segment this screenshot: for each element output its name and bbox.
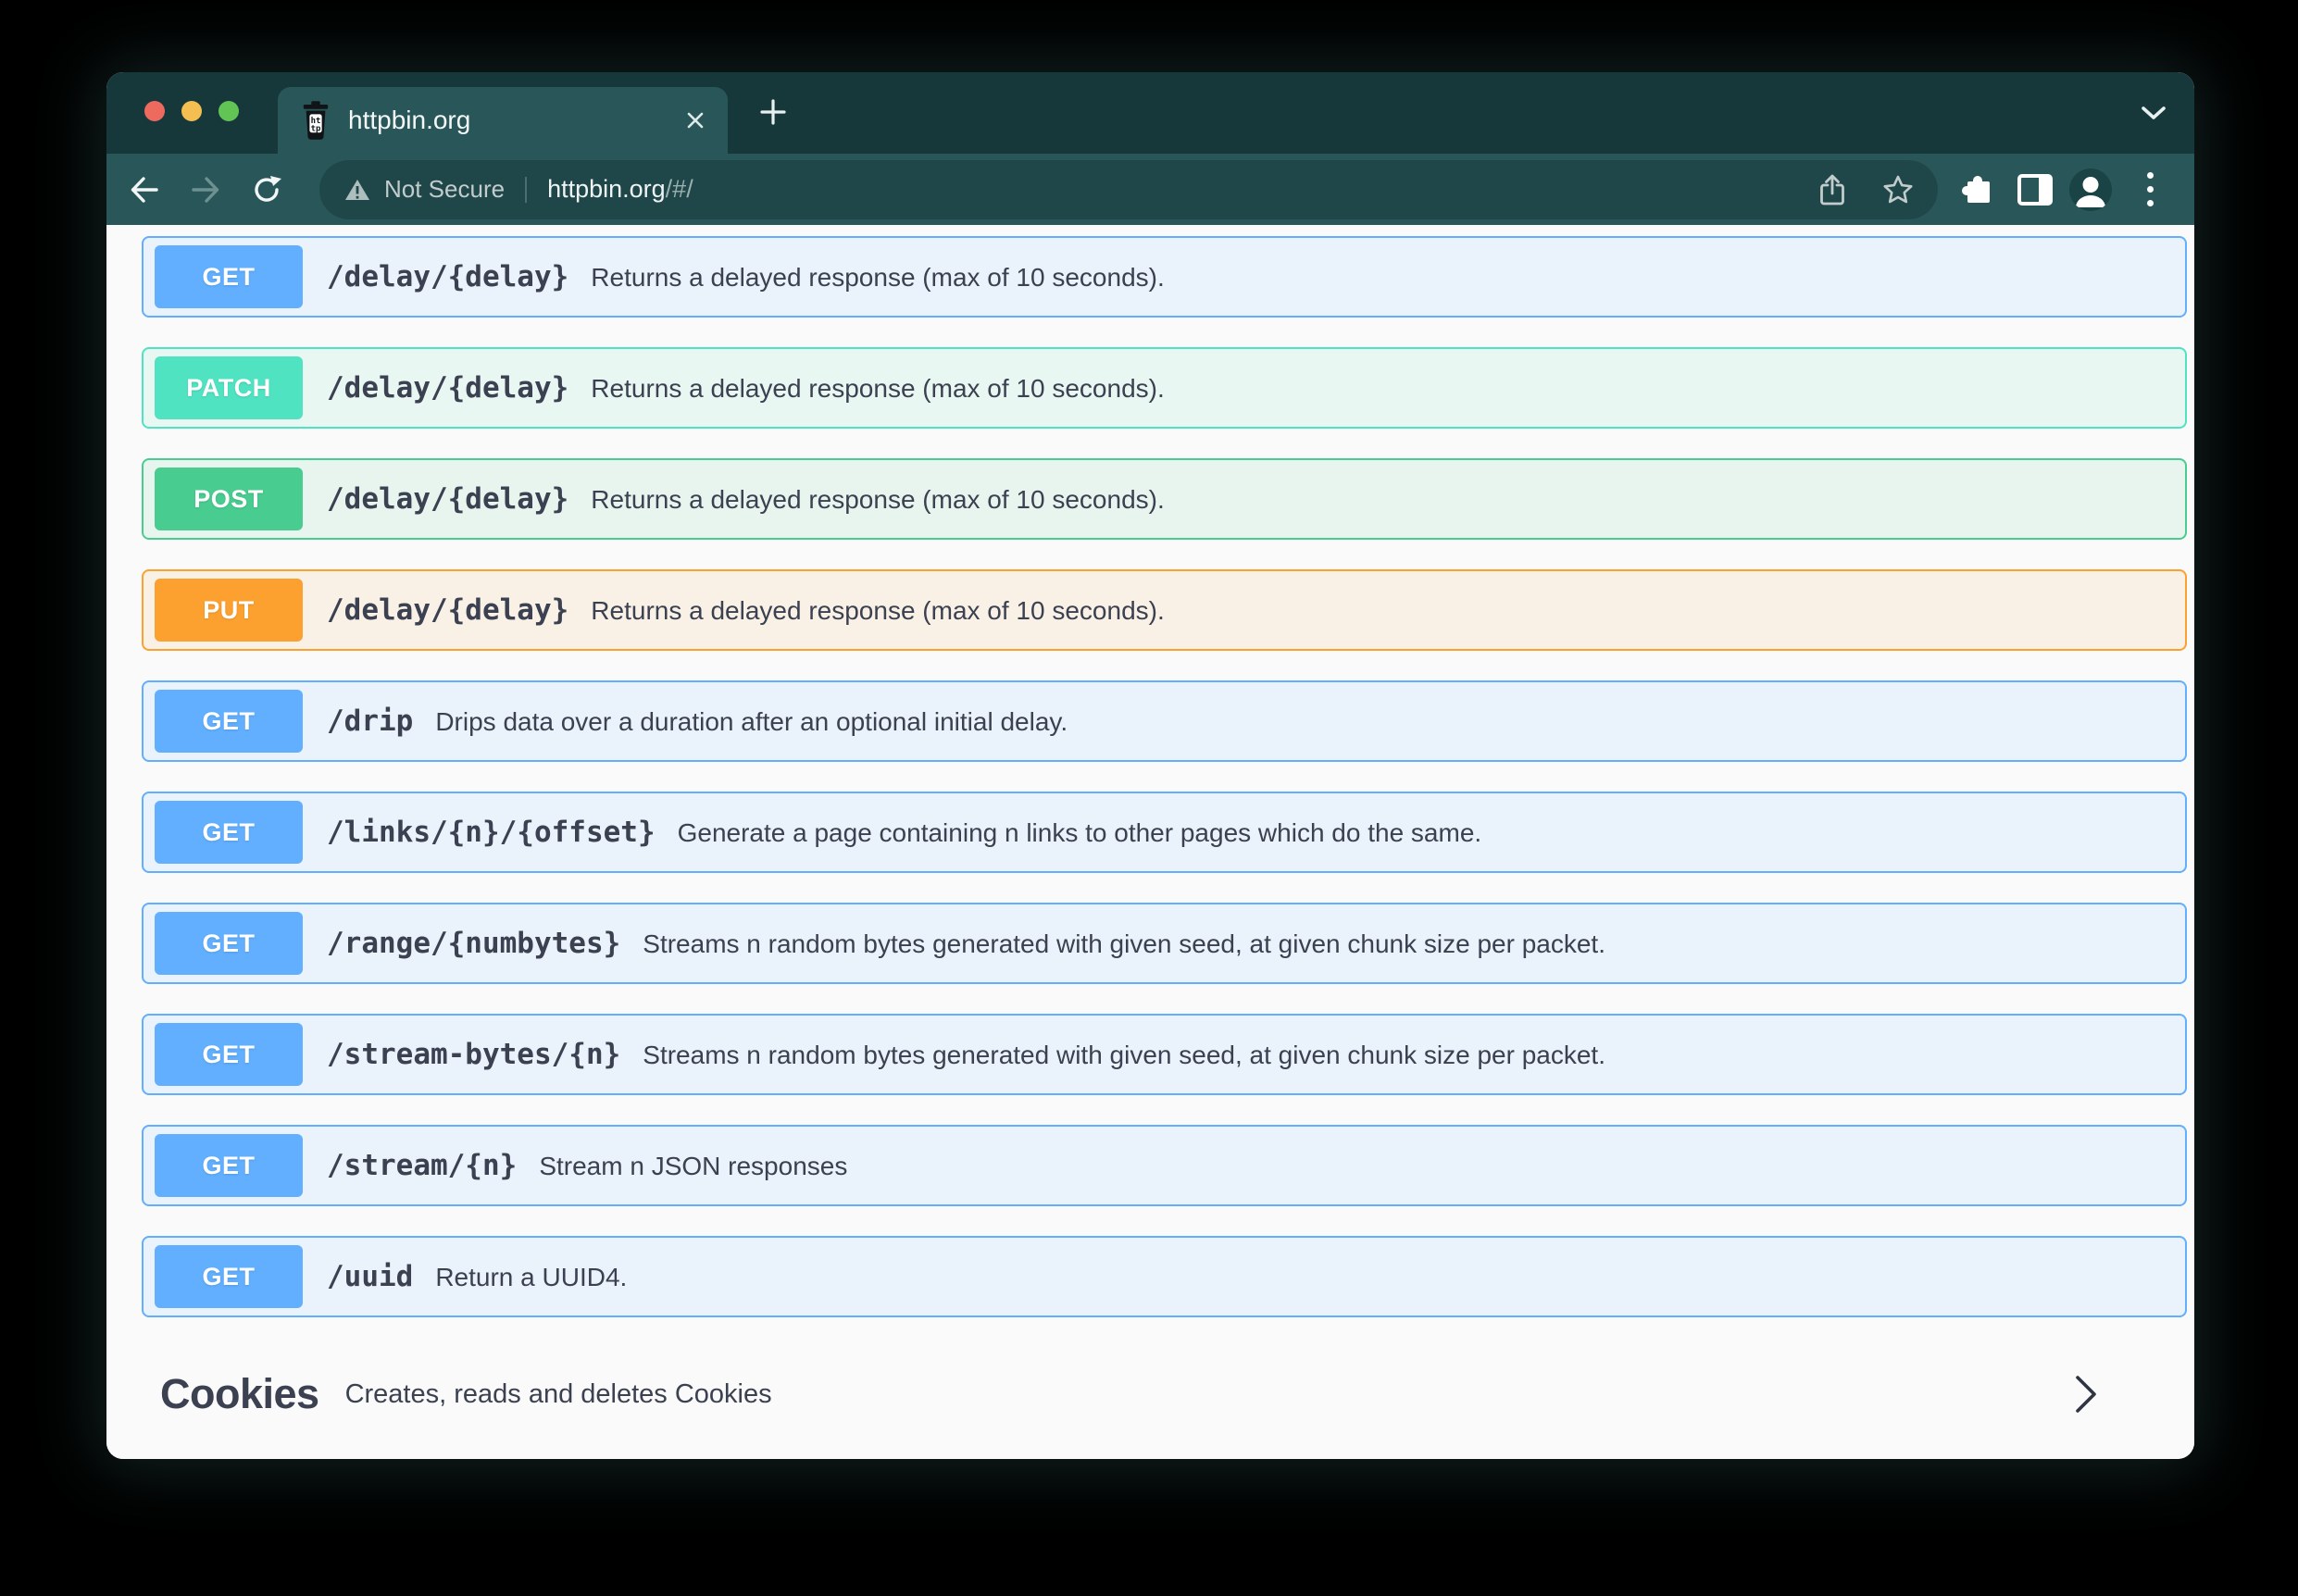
tab-strip: ht tp httpbin.org: [106, 72, 2194, 154]
endpoint-info: /delay/{delay} Returns a delayed respons…: [327, 371, 1165, 405]
endpoint-description: Stream n JSON responses: [539, 1152, 847, 1181]
httpbin-favicon-icon: ht tp: [300, 101, 331, 140]
endpoint-info: /uuid Return a UUID4.: [327, 1260, 627, 1293]
tag-section-cookies[interactable]: Cookies Creates, reads and deletes Cooki…: [142, 1358, 2187, 1430]
endpoint-row[interactable]: GET /stream/{n} Stream n JSON responses: [142, 1125, 2187, 1206]
endpoint-row[interactable]: GET /links/{n}/{offset} Generate a page …: [142, 792, 2187, 873]
swagger-content: GET /delay/{delay} Returns a delayed res…: [106, 225, 2194, 1459]
url-bar[interactable]: Not Secure httpbin.org/#/: [319, 160, 1938, 219]
endpoint-description: Generate a page containing n links to ot…: [678, 818, 1482, 848]
endpoint-list: GET /delay/{delay} Returns a delayed res…: [142, 236, 2187, 1317]
method-badge: PUT: [155, 579, 303, 642]
zoom-button[interactable]: [219, 101, 239, 121]
endpoint-description: Streams n random bytes generated with gi…: [643, 929, 1605, 959]
endpoint-description: Returns a delayed response (max of 10 se…: [591, 374, 1164, 404]
svg-text:tp: tp: [311, 124, 321, 133]
back-arrow-icon[interactable]: [127, 172, 162, 207]
reload-icon[interactable]: [249, 172, 284, 207]
method-badge: PATCH: [155, 356, 303, 419]
method-badge: GET: [155, 1134, 303, 1197]
share-icon[interactable]: [1817, 173, 1847, 206]
chevron-right-icon[interactable]: [2074, 1374, 2098, 1415]
url-divider: [525, 177, 527, 203]
endpoint-info: /range/{numbytes} Streams n random bytes…: [327, 927, 1605, 960]
endpoint-info: /delay/{delay} Returns a delayed respons…: [327, 482, 1165, 516]
kebab-menu-icon[interactable]: [2132, 172, 2167, 207]
endpoint-description: Return a UUID4.: [435, 1263, 627, 1292]
endpoint-row[interactable]: GET /range/{numbytes} Streams n random b…: [142, 903, 2187, 984]
close-button[interactable]: [144, 101, 165, 121]
endpoint-row[interactable]: GET /uuid Return a UUID4.: [142, 1236, 2187, 1317]
endpoint-description: Returns a delayed response (max of 10 se…: [591, 485, 1164, 515]
endpoint-info: /delay/{delay} Returns a delayed respons…: [327, 593, 1165, 627]
endpoint-description: Returns a delayed response (max of 10 se…: [591, 596, 1164, 626]
endpoint-path: /drip: [327, 704, 413, 738]
url-text[interactable]: httpbin.org/#/: [547, 175, 693, 204]
endpoint-path: /range/{numbytes}: [327, 927, 620, 960]
side-panel-icon[interactable]: [2017, 172, 2053, 207]
tab-list-chevron-icon[interactable]: [2141, 106, 2167, 121]
endpoint-description: Returns a delayed response (max of 10 se…: [591, 263, 1164, 293]
endpoint-path: /delay/{delay}: [327, 260, 568, 293]
tab-httpbin[interactable]: ht tp httpbin.org: [278, 87, 728, 154]
warning-triangle-icon[interactable]: [343, 177, 371, 203]
endpoint-path: /stream-bytes/{n}: [327, 1038, 620, 1071]
tag-description: Creates, reads and deletes Cookies: [345, 1379, 772, 1410]
method-badge: POST: [155, 468, 303, 530]
endpoint-path: /links/{n}/{offset}: [327, 816, 656, 849]
url-host: httpbin.org: [547, 175, 666, 203]
tab-title: httpbin.org: [348, 106, 668, 135]
browser-window: ht tp httpbin.org: [106, 72, 2194, 1459]
endpoint-info: /delay/{delay} Returns a delayed respons…: [327, 260, 1165, 293]
endpoint-path: /delay/{delay}: [327, 371, 568, 405]
url-path: /#/: [666, 175, 693, 203]
endpoint-info: /stream/{n} Stream n JSON responses: [327, 1149, 847, 1182]
method-badge: GET: [155, 801, 303, 864]
window-controls: [144, 101, 239, 121]
close-tab-icon[interactable]: [685, 110, 706, 131]
browser-toolbar: Not Secure httpbin.org/#/: [106, 154, 2194, 225]
endpoint-path: /delay/{delay}: [327, 593, 568, 627]
endpoint-row[interactable]: GET /stream-bytes/{n} Streams n random b…: [142, 1014, 2187, 1095]
extensions-puzzle-icon[interactable]: [1958, 172, 1993, 207]
bookmark-star-icon[interactable]: [1882, 174, 1914, 206]
endpoint-row[interactable]: GET /drip Drips data over a duration aft…: [142, 680, 2187, 762]
endpoint-description: Drips data over a duration after an opti…: [435, 707, 1068, 737]
new-tab-plus-icon[interactable]: [758, 97, 788, 127]
profile-avatar-icon[interactable]: [2069, 168, 2112, 211]
endpoint-info: /drip Drips data over a duration after a…: [327, 704, 1068, 738]
endpoint-info: /stream-bytes/{n} Streams n random bytes…: [327, 1038, 1605, 1071]
endpoint-row[interactable]: GET /delay/{delay} Returns a delayed res…: [142, 236, 2187, 318]
method-badge: GET: [155, 1023, 303, 1086]
tag-title: Cookies: [160, 1370, 319, 1418]
endpoint-path: /stream/{n}: [327, 1149, 517, 1182]
endpoint-info: /links/{n}/{offset} Generate a page cont…: [327, 816, 1481, 849]
security-label[interactable]: Not Secure: [384, 175, 505, 204]
method-badge: GET: [155, 690, 303, 753]
method-badge: GET: [155, 912, 303, 975]
endpoint-row[interactable]: POST /delay/{delay} Returns a delayed re…: [142, 458, 2187, 540]
endpoint-row[interactable]: PATCH /delay/{delay} Returns a delayed r…: [142, 347, 2187, 429]
endpoint-row[interactable]: PUT /delay/{delay} Returns a delayed res…: [142, 569, 2187, 651]
method-badge: GET: [155, 1245, 303, 1308]
method-badge: GET: [155, 245, 303, 308]
forward-arrow-icon[interactable]: [188, 172, 223, 207]
endpoint-description: Streams n random bytes generated with gi…: [643, 1041, 1605, 1070]
endpoint-path: /delay/{delay}: [327, 482, 568, 516]
minimize-button[interactable]: [181, 101, 202, 121]
endpoint-path: /uuid: [327, 1260, 413, 1293]
